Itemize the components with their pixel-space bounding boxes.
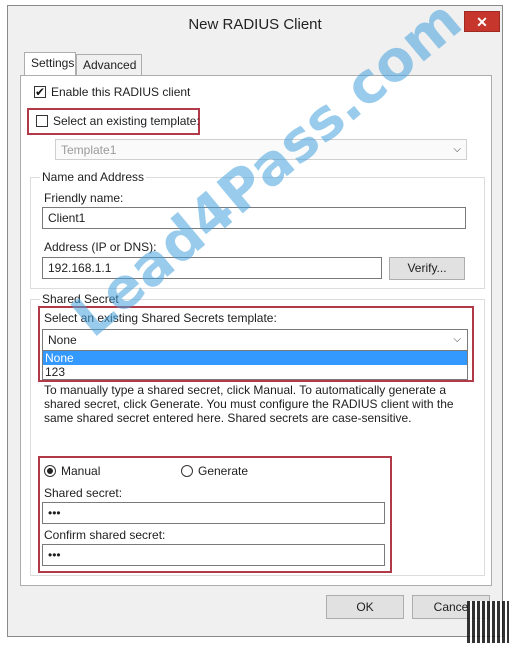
manual-radio[interactable] xyxy=(44,465,56,477)
confirm-secret-label: Confirm shared secret: xyxy=(44,528,166,542)
friendly-name-label: Friendly name: xyxy=(44,191,124,205)
name-address-group-label: Name and Address xyxy=(40,170,147,184)
ok-button[interactable]: OK xyxy=(326,595,404,619)
shared-secret-help-text: To manually type a shared secret, click … xyxy=(44,383,454,425)
chevron-down-icon: ⌵ xyxy=(453,334,461,345)
list-item[interactable]: None xyxy=(43,351,467,365)
generate-radio[interactable] xyxy=(181,465,193,477)
shared-template-value: None xyxy=(48,333,77,347)
verify-button[interactable]: Verify... xyxy=(389,257,465,280)
tab-settings[interactable]: Settings xyxy=(24,52,76,76)
tab-advanced[interactable]: Advanced xyxy=(76,54,142,76)
shared-template-list: None 123 xyxy=(42,351,468,380)
shared-secret-input[interactable]: ••• xyxy=(42,502,385,524)
qr-code-icon xyxy=(467,601,509,643)
confirm-secret-input[interactable]: ••• xyxy=(42,544,385,566)
shared-secret-label: Shared secret: xyxy=(44,486,123,500)
checkmark-icon: ✔ xyxy=(35,85,46,99)
manual-label: Manual xyxy=(61,464,101,478)
existing-template-label: Select an existing template: xyxy=(53,114,200,128)
enable-client-checkbox[interactable]: ✔ xyxy=(34,86,46,98)
existing-template-checkbox[interactable] xyxy=(36,115,48,127)
radio-selected-dot xyxy=(47,468,53,474)
generate-label: Generate xyxy=(198,464,249,478)
chevron-down-icon: ⌵ xyxy=(453,144,461,155)
close-button[interactable]: ✕ xyxy=(464,11,500,32)
enable-client-label: Enable this RADIUS client xyxy=(51,85,191,99)
list-item[interactable]: 123 xyxy=(43,365,467,379)
template-select-value: Template1 xyxy=(61,143,117,157)
